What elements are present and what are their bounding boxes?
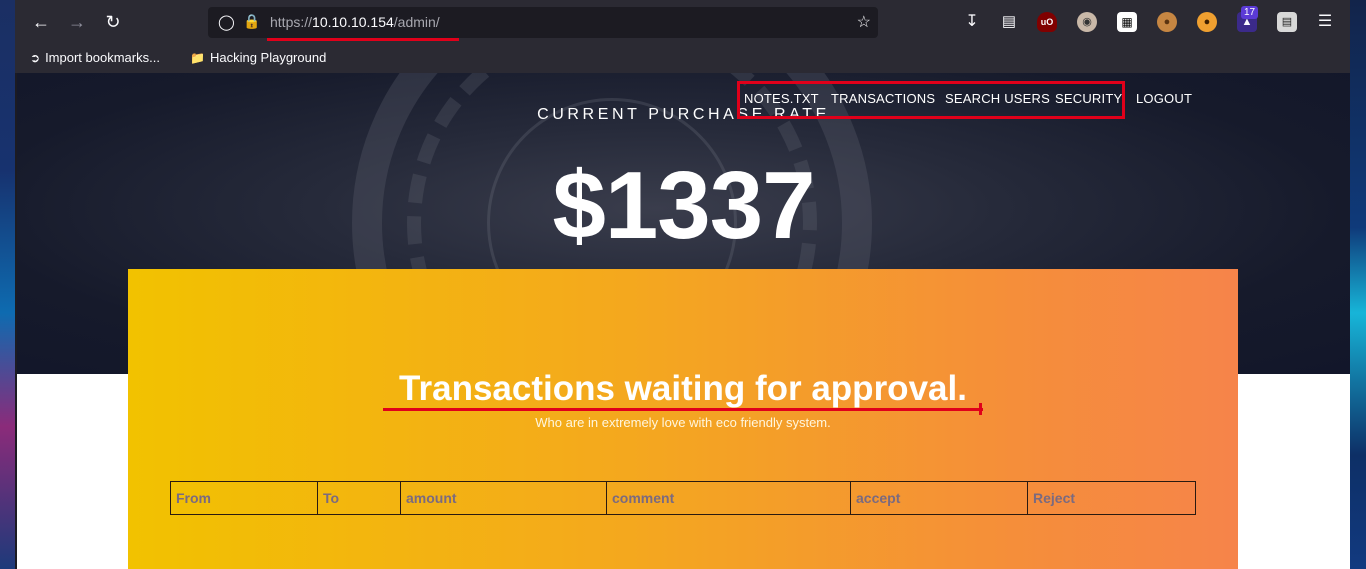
col-comment: comment <box>606 481 851 515</box>
cookie-manager-icon[interactable]: ● <box>1197 12 1217 32</box>
qr-code-icon[interactable]: ▦ <box>1117 12 1137 32</box>
ublock-origin-icon[interactable]: uO <box>1037 12 1057 32</box>
col-to: To <box>317 481 401 515</box>
col-accept: accept <box>850 481 1028 515</box>
bookmark-folder-hacking[interactable]: 📁 Hacking Playground <box>190 50 326 65</box>
col-reject: Reject <box>1027 481 1196 515</box>
import-icon: ➲ <box>30 51 41 65</box>
desktop-edge-left <box>0 0 15 569</box>
bookmarks-toolbar: ➲ Import bookmarks... 📁 Hacking Playground <box>15 44 1350 73</box>
extensions-icon[interactable]: ▤ <box>999 12 1019 32</box>
extension-badge: 17 <box>1241 6 1259 19</box>
transactions-panel: Transactions waiting for approval. Who a… <box>128 269 1238 569</box>
reload-button[interactable]: ↻ <box>101 10 125 34</box>
bookmark-star-icon[interactable]: ☆ <box>857 12 871 32</box>
panel-subtitle: Who are in extremely love with eco frien… <box>535 415 831 430</box>
rate-value: $1337 <box>552 152 816 259</box>
url-path: /admin/ <box>393 14 440 30</box>
browser-toolbar: ← → ↻ ◯ 🔒 https://10.10.10.154/admin/ ☆ … <box>15 0 1350 44</box>
url-host: 10.10.10.154 <box>312 14 394 30</box>
insecure-lock-icon[interactable]: 🔒 <box>243 13 260 30</box>
url-bar[interactable]: ◯ 🔒 https://10.10.10.154/admin/ ☆ <box>208 7 878 38</box>
web-page: CURRENT PURCHASE RATE $1337 NOTES.TXT TR… <box>17 73 1350 569</box>
col-amount: amount <box>400 481 607 515</box>
url-annotation-underline <box>267 38 459 41</box>
bookmark-import[interactable]: ➲ Import bookmarks... <box>30 50 160 65</box>
cookie-editor-icon[interactable]: ● <box>1157 12 1177 32</box>
nav-annotation-box <box>737 81 1125 119</box>
forward-button[interactable]: → <box>65 10 89 34</box>
transactions-table: From To amount comment accept Reject <box>170 481 1196 515</box>
table-header-row: From To amount comment accept Reject <box>170 481 1196 515</box>
browser-window: ← → ↻ ◯ 🔒 https://10.10.10.154/admin/ ☆ … <box>15 0 1350 569</box>
menu-icon[interactable]: ☰ <box>1315 12 1335 32</box>
url-text[interactable]: https://10.10.10.154/admin/ <box>270 14 440 30</box>
title-annotation-tick <box>979 403 982 415</box>
panel-title: Transactions waiting for approval. <box>399 369 967 408</box>
desktop-edge-right <box>1350 0 1366 569</box>
site-nav: NOTES.TXT TRANSACTIONS SEARCH USERS SECU… <box>17 73 1350 133</box>
privacy-extension-icon[interactable]: ◉ <box>1077 12 1097 32</box>
url-scheme: https:// <box>270 14 313 30</box>
downloads-icon[interactable]: ↧ <box>962 12 982 32</box>
folder-icon: 📁 <box>190 51 205 65</box>
bookmark-label: Hacking Playground <box>209 50 327 65</box>
nav-logout[interactable]: LOGOUT <box>1136 91 1192 106</box>
back-button[interactable]: ← <box>29 10 53 34</box>
title-annotation-underline <box>383 408 983 411</box>
wappalyzer-icon[interactable]: ▤ <box>1277 12 1297 32</box>
col-from: From <box>170 481 318 515</box>
bookmark-label: Import bookmarks... <box>45 50 160 65</box>
tracking-protection-icon[interactable]: ◯ <box>218 13 235 31</box>
